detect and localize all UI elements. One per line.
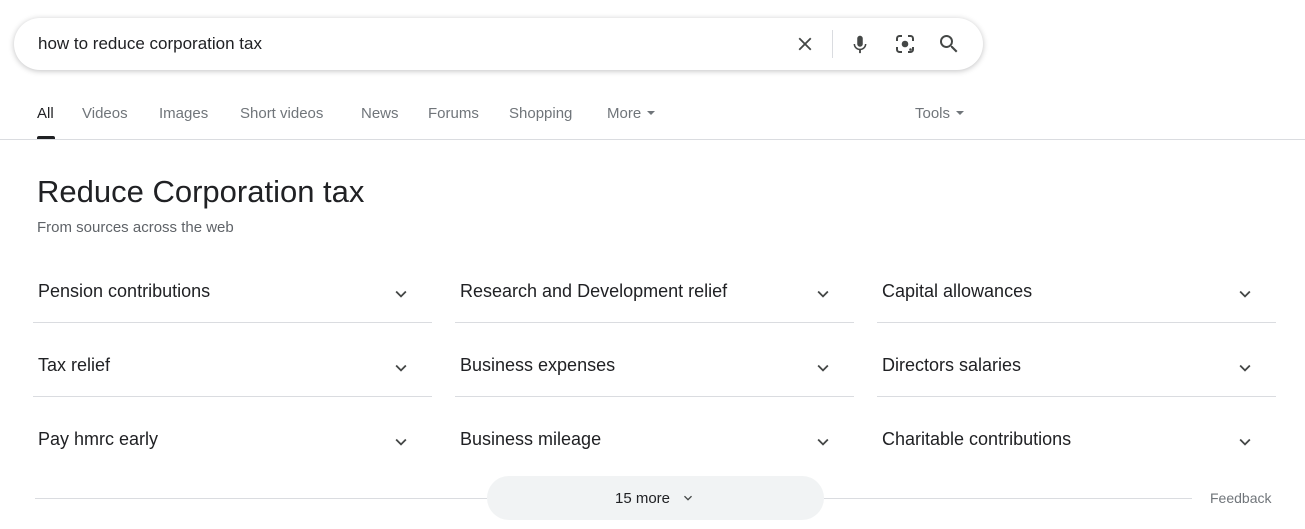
chevron-down-icon (817, 290, 829, 298)
panel-title: Reduce Corporation tax (37, 174, 365, 209)
active-tab-indicator (37, 136, 55, 139)
chevron-down-icon (395, 438, 407, 446)
accordion-item-label: Business expenses (460, 355, 616, 375)
search-box (14, 18, 983, 70)
chevron-down-icon (1239, 290, 1251, 298)
divider-left (35, 498, 487, 499)
accordion-item[interactable]: Directors salaries (877, 341, 1276, 415)
chevron-down-icon (684, 495, 693, 501)
show-more-button[interactable]: 15 more (487, 476, 824, 520)
chevron-down-icon (395, 364, 407, 372)
accordion-item[interactable]: Tax relief (33, 341, 432, 415)
accordion-item-label: Tax relief (38, 355, 111, 375)
chevron-down-icon (1239, 438, 1251, 446)
tools-button[interactable]: Tools (915, 105, 965, 122)
accordion-item[interactable]: Capital allowances (877, 267, 1276, 341)
accordion-divider (33, 396, 432, 397)
chevron-down-icon (817, 364, 829, 372)
accordion-divider (455, 322, 854, 323)
chevron-down-icon (395, 290, 407, 298)
accordion-item[interactable]: Business expenses (455, 341, 854, 415)
accordion-item-label: Charitable contributions (882, 429, 1072, 449)
caret-down-icon (956, 111, 965, 116)
close-icon[interactable] (791, 30, 819, 58)
accordion-divider (877, 396, 1276, 397)
accordion-item[interactable]: Charitable contributions (877, 415, 1276, 489)
accordion-divider (33, 322, 432, 323)
tab-all[interactable]: All (37, 105, 54, 122)
accordion-divider (455, 396, 854, 397)
divider-right (824, 498, 1192, 499)
camera-lens-icon[interactable] (891, 30, 919, 58)
accordion-divider (877, 322, 1276, 323)
tab-more[interactable]: More (607, 105, 656, 122)
search-tabs: All Videos Images Short videos News Foru… (0, 96, 1305, 140)
search-icon[interactable] (935, 30, 963, 58)
tab-more-label: More (607, 105, 642, 122)
search-input[interactable] (38, 32, 738, 56)
tab-short-videos[interactable]: Short videos (240, 105, 323, 122)
panel-subtitle: From sources across the web (37, 219, 234, 236)
tools-label: Tools (915, 105, 951, 122)
tab-shopping[interactable]: Shopping (509, 105, 572, 122)
accordion-item-label: Pension contributions (38, 281, 211, 301)
accordion-item-label: Directors salaries (882, 355, 1022, 375)
accordion-item-label: Business mileage (460, 429, 602, 449)
caret-down-icon (647, 111, 656, 116)
accordion-item[interactable]: Pay hmrc early (33, 415, 432, 489)
accordion-item-label: Pay hmrc early (38, 429, 159, 449)
chevron-down-icon (817, 438, 829, 446)
accordion-item[interactable]: Pension contributions (33, 267, 432, 341)
tab-videos[interactable]: Videos (82, 105, 128, 122)
feedback-link[interactable]: Feedback (1210, 490, 1271, 506)
tab-images[interactable]: Images (159, 105, 208, 122)
chevron-down-icon (1239, 364, 1251, 372)
accordion-item[interactable]: Research and Development relief (455, 267, 854, 341)
accordion-item-label: Capital allowances (882, 281, 1033, 301)
tab-news[interactable]: News (361, 105, 399, 122)
microphone-icon[interactable] (846, 30, 874, 58)
accordion-item-label: Research and Development relief (460, 281, 728, 301)
show-more-label: 15 more (614, 489, 671, 507)
tab-forums[interactable]: Forums (428, 105, 479, 122)
search-divider (832, 30, 833, 58)
